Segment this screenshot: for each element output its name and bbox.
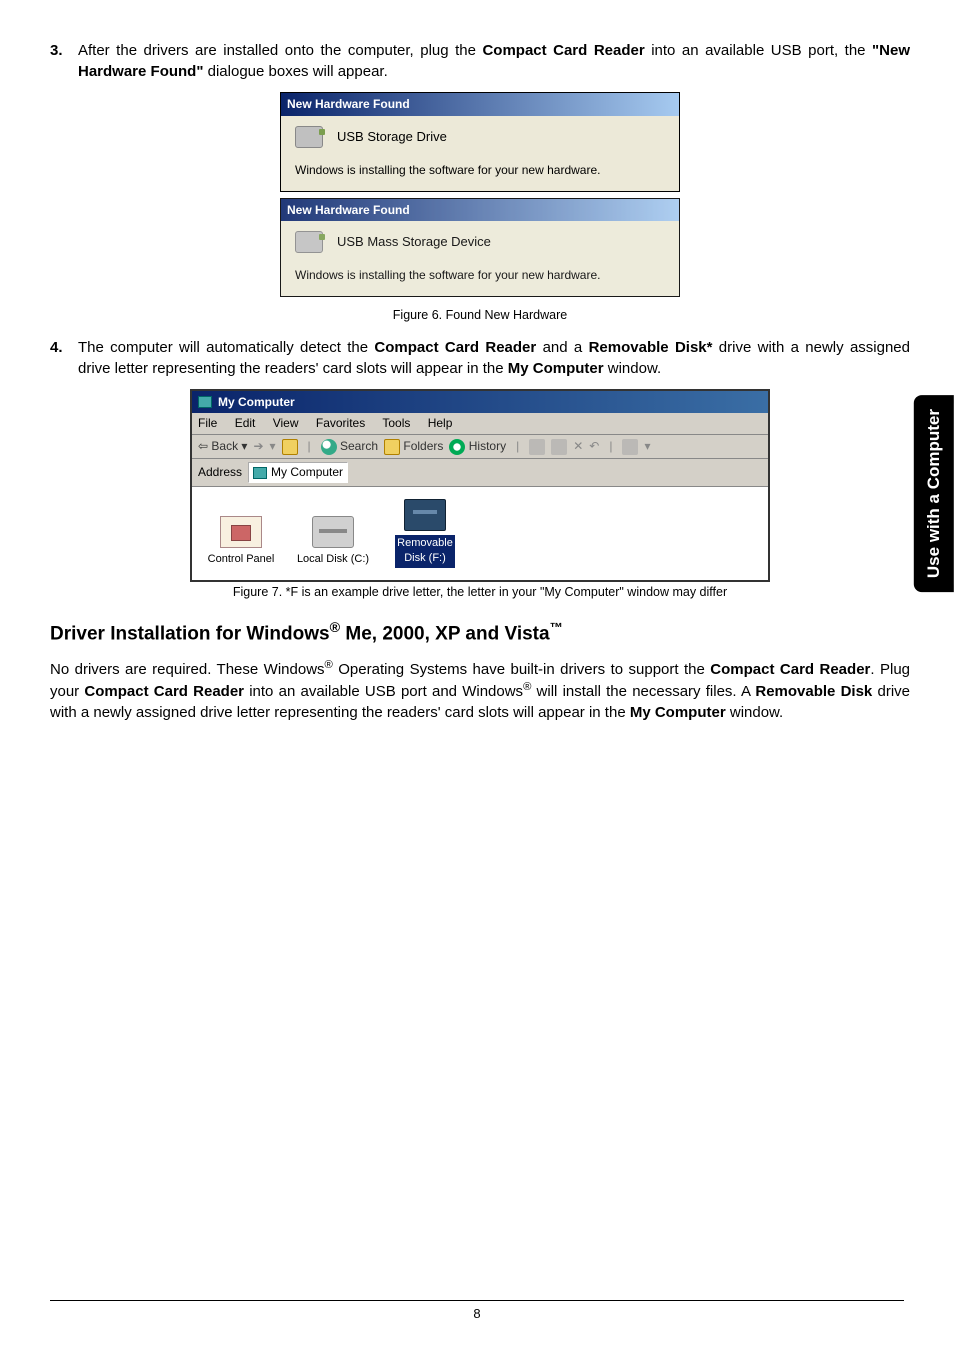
- my-computer-icon: [198, 396, 212, 408]
- move-to-icon[interactable]: [529, 439, 545, 455]
- control-panel-item[interactable]: Control Panel: [202, 516, 280, 567]
- menu-help[interactable]: Help: [428, 416, 453, 430]
- step-number: 4.: [50, 337, 78, 379]
- bold: Removable Disk*: [589, 339, 713, 356]
- address-label: Address: [198, 464, 242, 481]
- menu-edit[interactable]: Edit: [235, 416, 256, 430]
- my-computer-icon: [253, 467, 267, 479]
- figure-7-caption: Figure 7. *F is an example drive letter,…: [50, 584, 910, 602]
- menu-file[interactable]: File: [198, 416, 217, 430]
- disk-icon: [312, 516, 354, 548]
- bold: Compact Card Reader: [482, 42, 644, 59]
- separator: |: [308, 438, 311, 455]
- hardware-icon: [295, 231, 323, 253]
- views-dropdown-icon[interactable]: ▾: [644, 438, 650, 455]
- local-disk-item[interactable]: Local Disk (C:): [294, 516, 372, 567]
- new-hardware-dialog-1: New Hardware Found USB Storage Drive Win…: [280, 92, 680, 192]
- text: Operating Systems have built-in drivers …: [333, 661, 710, 678]
- text: window.: [604, 360, 662, 377]
- section-heading: Driver Installation for Windows® Me, 200…: [50, 619, 910, 648]
- step-4: 4. The computer will automatically detec…: [50, 337, 910, 379]
- bold: Removable Disk: [755, 683, 872, 700]
- dialog-body: USB Mass Storage Device Windows is insta…: [281, 221, 679, 296]
- menu-view[interactable]: View: [273, 416, 299, 430]
- dialog-row: USB Storage Drive: [295, 126, 665, 148]
- dialog-body: USB Storage Drive Windows is installing …: [281, 116, 679, 191]
- control-panel-icon: [220, 516, 262, 548]
- device-name: USB Storage Drive: [337, 128, 447, 146]
- bold: Compact Card Reader: [84, 683, 244, 700]
- text: dialogue boxes will appear.: [203, 63, 387, 80]
- hardware-icon: [295, 126, 323, 148]
- separator: |: [609, 438, 612, 455]
- removable-disk-icon: [404, 499, 446, 531]
- history-button[interactable]: History: [449, 438, 506, 455]
- item-label: Control Panel: [202, 552, 280, 567]
- new-hardware-dialog-2: New Hardware Found USB Mass Storage Devi…: [280, 198, 680, 298]
- figure-6-dialogs: New Hardware Found USB Storage Drive Win…: [50, 92, 910, 303]
- undo-icon[interactable]: ↶: [589, 438, 599, 455]
- bold: My Computer: [630, 704, 726, 721]
- folders-button[interactable]: Folders: [384, 438, 443, 455]
- menu-favorites[interactable]: Favorites: [316, 416, 365, 430]
- dialog-title: New Hardware Found: [281, 93, 679, 116]
- forward-button[interactable]: ➔: [253, 438, 263, 455]
- page-content: 3. After the drivers are installed onto …: [50, 40, 910, 723]
- device-name: USB Mass Storage Device: [337, 233, 491, 251]
- bold: My Computer: [508, 360, 604, 377]
- text: window.: [726, 704, 784, 721]
- footer-line: [50, 1300, 904, 1301]
- bold: Compact Card Reader: [710, 661, 870, 678]
- trademark: ™: [550, 620, 563, 635]
- dialog-message: Windows is installing the software for y…: [295, 267, 665, 284]
- registered-mark: ®: [330, 620, 341, 636]
- registered-mark: ®: [325, 659, 333, 671]
- step-text: The computer will automatically detect t…: [78, 337, 910, 379]
- search-icon: [321, 439, 337, 455]
- bold: Compact Card Reader: [374, 339, 536, 356]
- text: and a: [536, 339, 588, 356]
- text: The computer will automatically detect t…: [78, 339, 374, 356]
- dialog-row: USB Mass Storage Device: [295, 231, 665, 253]
- item-label: Local Disk (C:): [294, 552, 372, 567]
- address-field[interactable]: My Computer: [248, 462, 348, 483]
- side-tab: Use with a Computer: [914, 395, 954, 592]
- text: into an available USB port and Windows: [244, 683, 523, 700]
- item-label: RemovableDisk (F:): [395, 535, 455, 568]
- toolbar: ⇦ Back ▾ ➔ ▾ | Search Folders History | …: [192, 435, 768, 459]
- delete-icon[interactable]: ✕: [573, 438, 583, 455]
- text: No drivers are required. These Windows: [50, 661, 325, 678]
- step-3: 3. After the drivers are installed onto …: [50, 40, 910, 82]
- menu-bar: File Edit View Favorites Tools Help: [192, 413, 768, 435]
- dropdown-icon[interactable]: ▾: [270, 438, 276, 455]
- dialog-title: New Hardware Found: [281, 199, 679, 222]
- back-button[interactable]: ⇦ Back ▾: [198, 438, 247, 455]
- figure-7-explorer: My Computer File Edit View Favorites Too…: [50, 389, 910, 582]
- text: will install the necessary files. A: [531, 683, 755, 700]
- address-bar: Address My Computer: [192, 459, 768, 487]
- explorer-content: Control Panel Local Disk (C:) RemovableD…: [192, 487, 768, 580]
- views-icon[interactable]: [622, 439, 638, 455]
- text: into an available USB port, the: [645, 42, 872, 59]
- text: After the drivers are installed onto the…: [78, 42, 482, 59]
- explorer-titlebar: My Computer: [192, 391, 768, 414]
- dialog-message: Windows is installing the software for y…: [295, 162, 665, 179]
- menu-tools[interactable]: Tools: [382, 416, 410, 430]
- address-value: My Computer: [271, 464, 343, 481]
- search-button[interactable]: Search: [321, 438, 378, 455]
- history-icon: [449, 439, 465, 455]
- figure-6-caption: Figure 6. Found New Hardware: [50, 307, 910, 325]
- folders-icon: [384, 439, 400, 455]
- copy-to-icon[interactable]: [551, 439, 567, 455]
- separator: |: [516, 438, 519, 455]
- body-paragraph: No drivers are required. These Windows® …: [50, 658, 910, 723]
- step-text: After the drivers are installed onto the…: [78, 40, 910, 82]
- up-folder-icon[interactable]: [282, 439, 298, 455]
- explorer-window: My Computer File Edit View Favorites Too…: [190, 389, 770, 582]
- removable-disk-item[interactable]: RemovableDisk (F:): [386, 499, 464, 568]
- step-number: 3.: [50, 40, 78, 82]
- page-number: 8: [0, 1305, 954, 1323]
- window-title: My Computer: [218, 394, 295, 411]
